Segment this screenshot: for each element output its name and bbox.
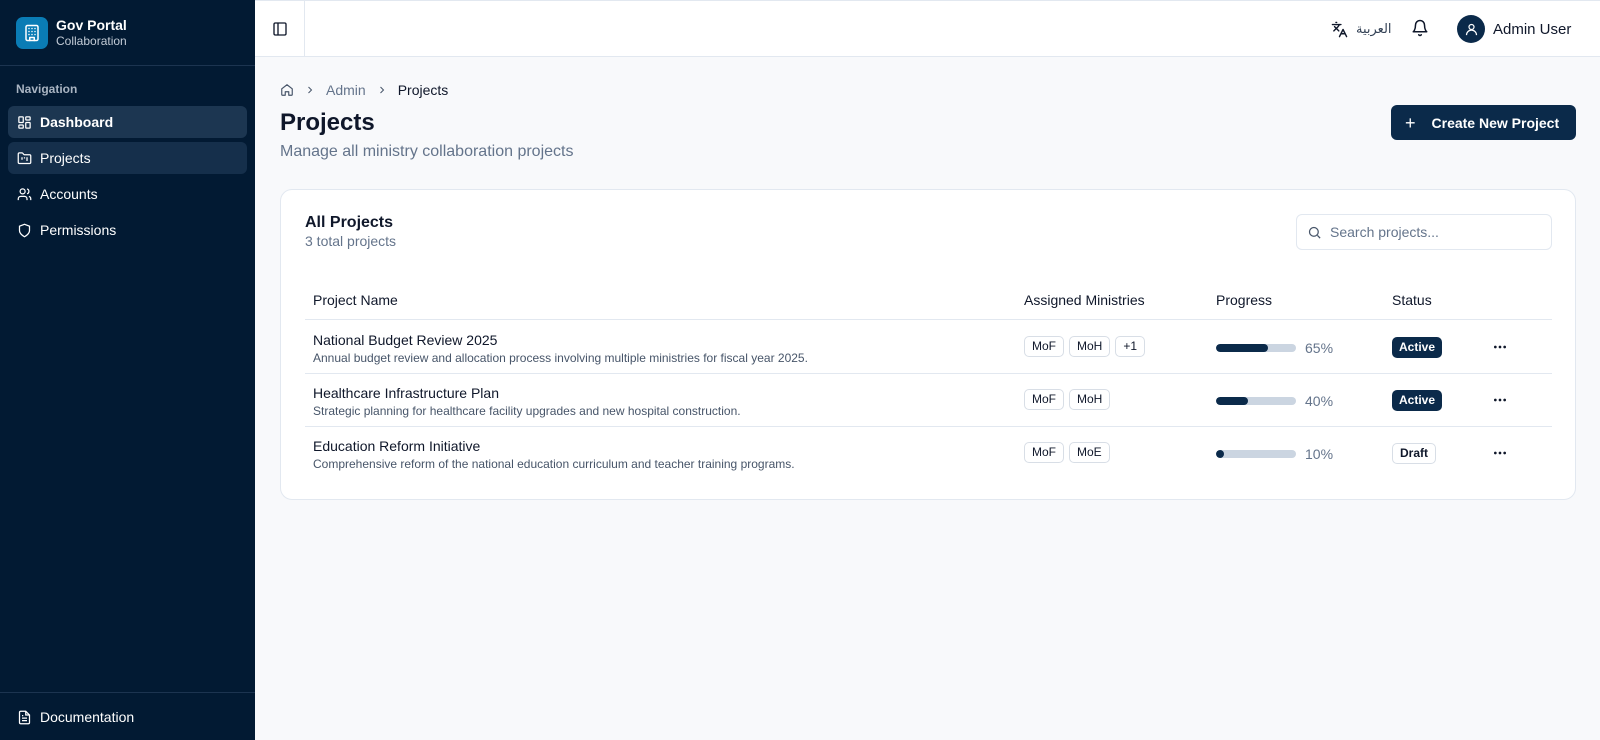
- breadcrumb-admin[interactable]: Admin: [326, 82, 366, 98]
- progress-bar: [1216, 344, 1296, 352]
- project-description: Annual budget review and allocation proc…: [313, 351, 808, 365]
- notifications-button[interactable]: [1411, 19, 1431, 39]
- ministry-tag: MoH: [1069, 389, 1111, 410]
- sidebar-item-label: Dashboard: [40, 114, 114, 130]
- document-icon: [16, 709, 32, 725]
- table-row[interactable]: Healthcare Infrastructure Plan Strategic…: [305, 374, 1552, 427]
- ministry-tag: MoF: [1024, 336, 1064, 357]
- project-description: Strategic planning for healthcare facili…: [313, 404, 741, 418]
- building-icon: [16, 16, 48, 49]
- table-header: Project Name Assigned Ministries Progres…: [305, 280, 1552, 320]
- card-subtitle: 3 total projects: [305, 233, 397, 249]
- ministry-tag: MoH: [1069, 336, 1111, 357]
- sidebar-item-projects[interactable]: Projects: [8, 142, 247, 174]
- progress-fill: [1216, 450, 1224, 458]
- language-toggle-button[interactable]: العربية: [1331, 16, 1392, 42]
- status-badge: Active: [1392, 337, 1443, 358]
- column-header-status[interactable]: Status: [1392, 292, 1432, 308]
- sidebar-item-dashboard[interactable]: Dashboard: [8, 106, 247, 138]
- search-box[interactable]: [1296, 214, 1552, 250]
- search-icon: [1308, 226, 1321, 239]
- breadcrumb: Admin Projects: [280, 82, 448, 98]
- more-horizontal-icon: [1494, 345, 1506, 349]
- row-actions-button[interactable]: [1490, 337, 1510, 357]
- sidebar-item-accounts[interactable]: Accounts: [8, 178, 247, 210]
- project-name[interactable]: Education Reform Initiative: [313, 438, 480, 454]
- translate-icon: [1331, 21, 1348, 37]
- column-header-ministries[interactable]: Assigned Ministries: [1024, 292, 1145, 308]
- sidebar-item-permissions[interactable]: Permissions: [8, 214, 247, 246]
- table-row[interactable]: National Budget Review 2025 Annual budge…: [305, 321, 1552, 374]
- progress-cell: 65%: [1216, 340, 1333, 356]
- sidebar-item-label: Permissions: [40, 222, 117, 238]
- progress-fill: [1216, 344, 1268, 352]
- column-header-progress[interactable]: Progress: [1216, 292, 1272, 308]
- progress-label: 40%: [1305, 393, 1334, 409]
- bell-icon: [1412, 19, 1428, 37]
- user-menu-button[interactable]: Admin User: [1457, 15, 1571, 43]
- status-badge: Active: [1392, 390, 1443, 411]
- ministry-tags: MoF MoE: [1024, 442, 1115, 463]
- status-badge: Draft: [1392, 443, 1437, 464]
- progress-label: 10%: [1305, 446, 1334, 462]
- chevron-right-icon: [376, 84, 388, 96]
- shield-icon: [16, 222, 32, 238]
- breadcrumb-projects: Projects: [397, 82, 449, 98]
- column-header-name[interactable]: Project Name: [313, 292, 398, 308]
- progress-cell: 10%: [1216, 446, 1333, 462]
- page-subtitle: Manage all ministry collaboration projec…: [280, 143, 574, 160]
- brand[interactable]: Gov Portal Collaboration: [0, 0, 255, 66]
- progress-label: 65%: [1305, 340, 1334, 356]
- projects-icon: [16, 150, 32, 166]
- progress-bar: [1216, 397, 1296, 405]
- sidebar-item-label: Documentation: [40, 709, 135, 725]
- ministry-tag: MoF: [1024, 442, 1064, 463]
- table-row[interactable]: Education Reform Initiative Comprehensiv…: [305, 427, 1552, 480]
- brand-title: Gov Portal: [56, 16, 127, 33]
- user-name: Admin User: [1493, 20, 1572, 38]
- progress-bar: [1216, 450, 1296, 458]
- ministry-tag: MoE: [1069, 442, 1110, 463]
- panel-left-icon: [272, 22, 287, 36]
- page-title: Projects: [280, 109, 375, 136]
- brand-subtitle: Collaboration: [56, 33, 127, 48]
- home-icon[interactable]: [280, 83, 294, 97]
- sidebar-item-label: Projects: [40, 150, 91, 166]
- sidebar-toggle-button[interactable]: [255, 1, 305, 57]
- more-horizontal-icon: [1494, 398, 1506, 402]
- language-label: العربية: [1356, 21, 1392, 36]
- user-icon: [1465, 23, 1477, 35]
- ministry-tag-more[interactable]: +1: [1115, 336, 1146, 357]
- create-project-label: Create New Project: [1431, 114, 1560, 131]
- ministry-tag: MoF: [1024, 389, 1064, 410]
- nav-heading: Navigation: [16, 82, 78, 96]
- project-description: Comprehensive reform of the national edu…: [313, 457, 795, 471]
- dashboard-icon: [16, 114, 32, 130]
- project-name[interactable]: National Budget Review 2025: [313, 332, 497, 348]
- more-horizontal-icon: [1494, 451, 1506, 455]
- sidebar-footer: Documentation: [0, 692, 255, 740]
- sidebar-item-documentation[interactable]: Documentation: [8, 701, 247, 733]
- create-project-button[interactable]: + Create New Project: [1391, 105, 1576, 140]
- progress-fill: [1216, 397, 1248, 405]
- row-actions-button[interactable]: [1490, 390, 1510, 410]
- ministry-tags: MoF MoH +1: [1024, 336, 1150, 357]
- plus-icon: +: [1405, 112, 1416, 133]
- users-icon: [16, 186, 32, 202]
- chevron-right-icon: [304, 84, 316, 96]
- avatar: [1457, 15, 1485, 43]
- projects-card: All Projects 3 total projects Project Na…: [280, 189, 1576, 500]
- project-name[interactable]: Healthcare Infrastructure Plan: [313, 385, 499, 401]
- search-input[interactable]: [1330, 224, 1540, 240]
- sidebar-item-label: Accounts: [40, 186, 98, 202]
- progress-cell: 40%: [1216, 393, 1333, 409]
- ministry-tags: MoF MoH: [1024, 389, 1115, 410]
- topbar: العربية Admin User: [255, 0, 1600, 57]
- row-actions-button[interactable]: [1490, 443, 1510, 463]
- card-title: All Projects: [305, 214, 394, 231]
- sidebar: Gov Portal Collaboration Navigation Dash…: [0, 0, 255, 740]
